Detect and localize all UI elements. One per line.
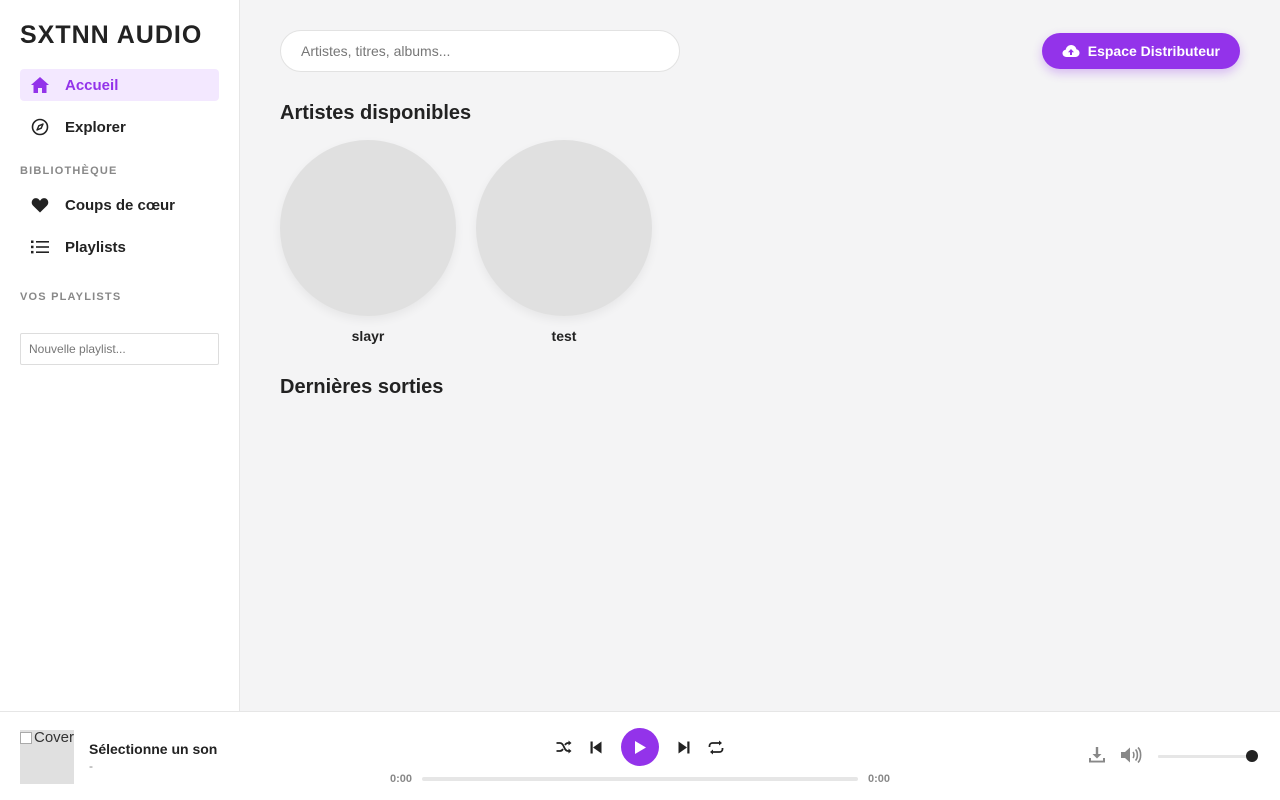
library-section-title: BIBLIOTHÈQUE bbox=[20, 165, 118, 177]
progress-bar[interactable] bbox=[422, 777, 858, 781]
artist-name: slayr bbox=[351, 328, 385, 344]
distributor-space-label: Espace Distributeur bbox=[1087, 43, 1220, 59]
artist-card[interactable]: slayr bbox=[280, 140, 456, 344]
compass-icon bbox=[30, 117, 50, 137]
search-input[interactable] bbox=[280, 30, 680, 72]
home-icon bbox=[30, 75, 50, 95]
player-bar: Cover Sélectionne un son - 0:00 0:00 bbox=[0, 711, 1280, 800]
volume-button[interactable] bbox=[1120, 746, 1142, 766]
nav-item-label: Accueil bbox=[65, 76, 119, 94]
nav-item-label: Playlists bbox=[65, 238, 126, 256]
previous-button[interactable] bbox=[584, 735, 608, 759]
artist-avatar bbox=[280, 140, 456, 316]
skip-back-icon bbox=[590, 741, 602, 753]
playback-controls bbox=[552, 728, 728, 766]
sidebar: SXTNN AUDIO Accueil Explorer BIBLIOTHÈQU… bbox=[0, 0, 240, 711]
next-button[interactable] bbox=[672, 735, 696, 759]
current-time: 0:00 bbox=[390, 773, 413, 785]
nav-item-explorer[interactable]: Explorer bbox=[20, 111, 219, 143]
playlists-section-title: VOS PLAYLISTS bbox=[20, 291, 122, 303]
artists-list: slayr test bbox=[280, 140, 652, 344]
volume-fill bbox=[1158, 755, 1252, 758]
broken-image-icon bbox=[20, 732, 32, 744]
track-cover: Cover bbox=[20, 730, 74, 784]
shuffle-button[interactable] bbox=[552, 735, 576, 759]
play-icon bbox=[635, 740, 646, 754]
nav-item-accueil[interactable]: Accueil bbox=[20, 69, 219, 101]
volume-slider[interactable] bbox=[1158, 755, 1252, 758]
shuffle-icon bbox=[556, 740, 572, 754]
artist-name: test bbox=[551, 328, 577, 344]
new-playlist-input[interactable] bbox=[20, 333, 219, 365]
heart-icon bbox=[30, 195, 50, 215]
play-button[interactable] bbox=[621, 728, 659, 766]
app-logo: SXTNN AUDIO bbox=[20, 21, 203, 49]
distributor-space-button[interactable]: Espace Distributeur bbox=[1041, 33, 1240, 69]
artists-section-title: Artistes disponibles bbox=[280, 102, 472, 124]
cloud-upload-icon bbox=[1062, 44, 1080, 58]
nav-item-playlists[interactable]: Playlists bbox=[20, 231, 219, 263]
download-icon bbox=[1089, 747, 1105, 763]
cover-alt-text: Cover bbox=[34, 730, 74, 746]
download-button[interactable] bbox=[1088, 746, 1108, 766]
list-icon bbox=[30, 237, 50, 257]
track-title: Sélectionne un son bbox=[89, 741, 218, 757]
skip-forward-icon bbox=[678, 741, 690, 753]
repeat-icon bbox=[708, 740, 724, 754]
repeat-button[interactable] bbox=[704, 735, 728, 759]
artist-avatar bbox=[476, 140, 652, 316]
nav-item-label: Coups de cœur bbox=[65, 196, 176, 214]
artist-card[interactable]: test bbox=[476, 140, 652, 344]
nav-item-label: Explorer bbox=[65, 118, 126, 136]
main-nav: Accueil Explorer bbox=[20, 69, 219, 143]
main-content: Espace Distributeur Artistes disponibles… bbox=[240, 0, 1280, 711]
track-artist: - bbox=[89, 759, 93, 773]
nav-item-favorites[interactable]: Coups de cœur bbox=[20, 189, 219, 221]
volume-icon bbox=[1121, 746, 1142, 764]
volume-slider-handle[interactable] bbox=[1246, 750, 1258, 762]
track-duration: 0:00 bbox=[868, 773, 891, 785]
releases-section-title: Dernières sorties bbox=[280, 376, 444, 398]
